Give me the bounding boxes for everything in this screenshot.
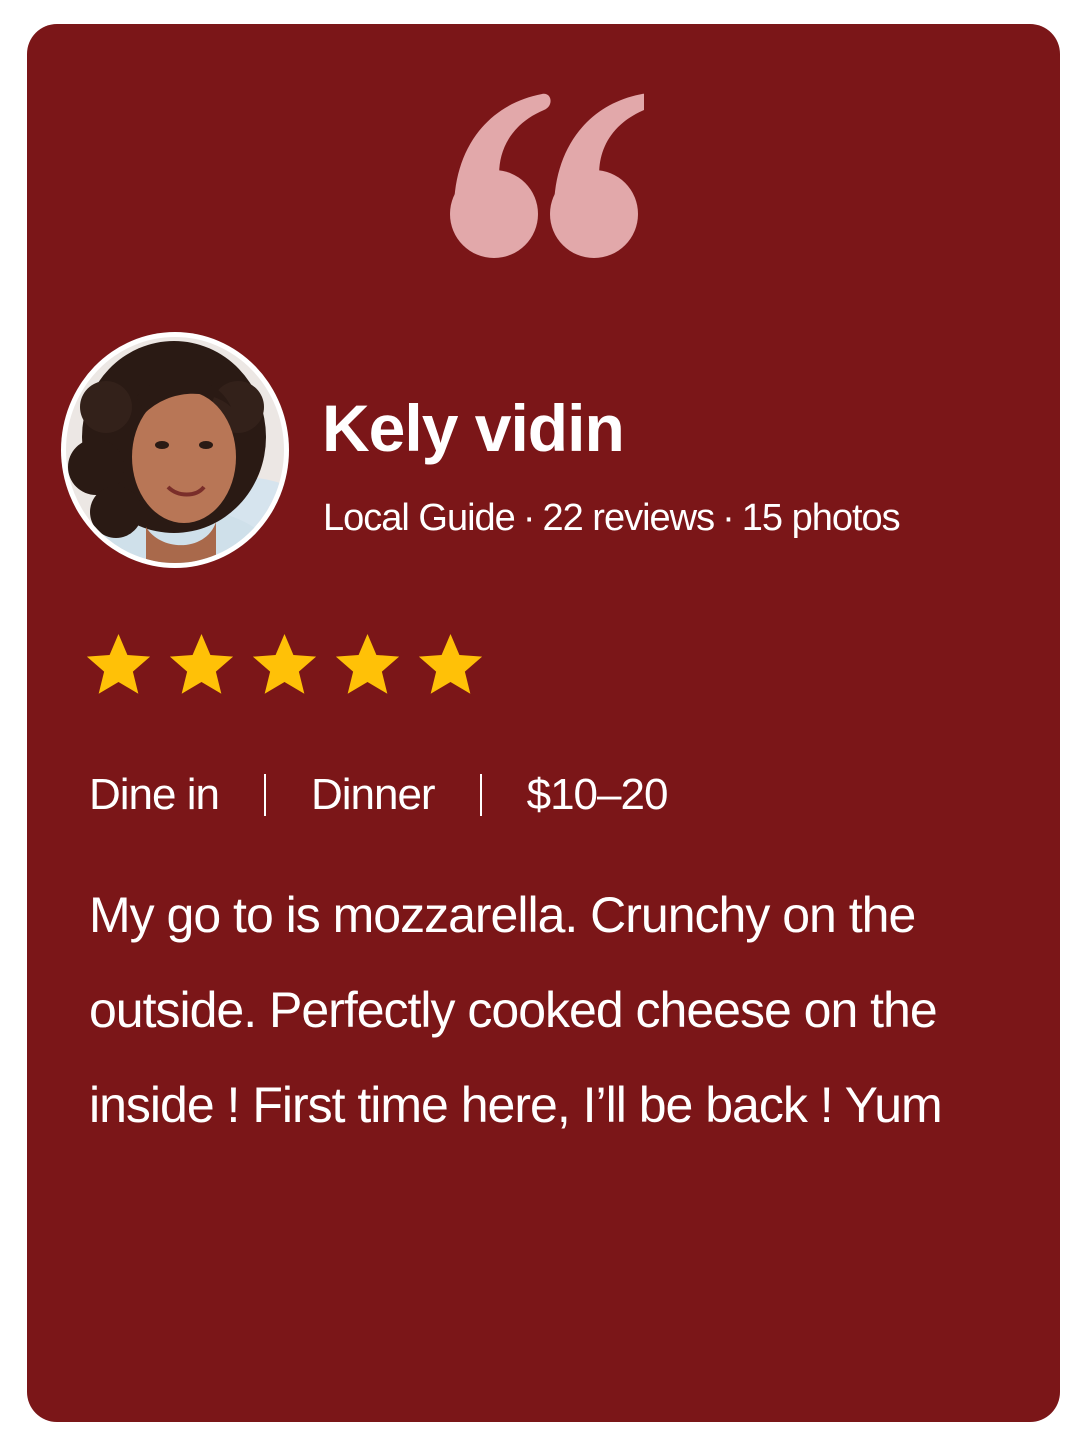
star-icon — [252, 633, 317, 694]
avatar[interactable] — [66, 337, 284, 563]
quote-icon — [450, 93, 644, 258]
star-icon — [418, 633, 483, 694]
star-icon — [169, 633, 234, 694]
tag-divider — [479, 774, 482, 816]
reviewer-meta: Local Guide · 22 reviews · 15 photos — [323, 494, 901, 542]
star-icon — [86, 633, 151, 694]
star-rating — [84, 630, 485, 700]
review-tags: Dine in Dinner $10–20 — [89, 768, 669, 822]
photo-count: 15 photos — [741, 497, 901, 539]
meta-separator: · — [722, 497, 735, 539]
tag-divider — [263, 774, 266, 816]
person-avatar-icon — [66, 337, 284, 563]
star-icon — [335, 633, 400, 694]
meta-separator: · — [522, 497, 536, 539]
tag-price: $10–20 — [526, 770, 669, 819]
reviewer-role: Local Guide — [323, 497, 516, 539]
tag-service: Dine in — [89, 770, 220, 819]
tag-meal: Dinner — [310, 770, 436, 819]
review-text: My go to is mozzarella. Crunchy on the o… — [89, 887, 943, 1133]
reviewer-name[interactable]: Kely vidin — [322, 388, 625, 468]
review-count: 22 reviews — [542, 497, 715, 539]
